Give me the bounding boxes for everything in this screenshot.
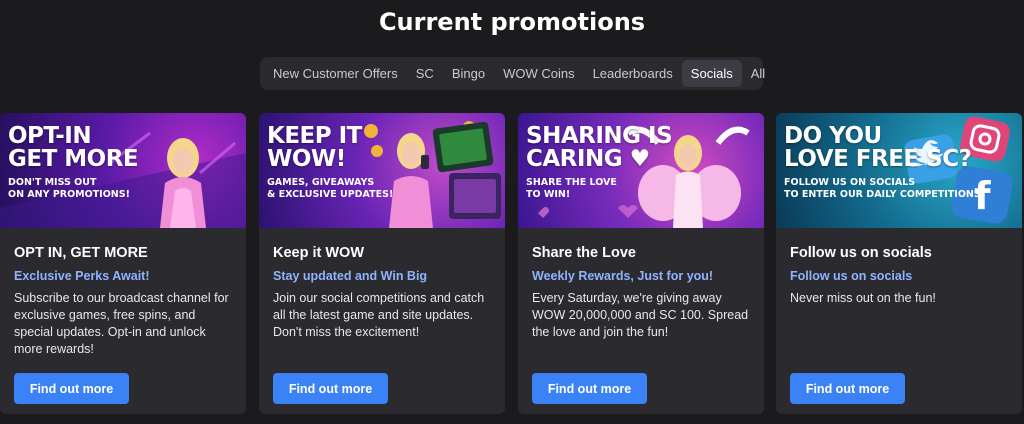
tab-socials[interactable]: Socials [681,60,742,87]
promo-card-opt-in: OPT-IN GET MORE DON'T MISS OUT ON ANY PR… [0,113,246,414]
page-title: Current promotions [378,8,646,36]
card-subtitle: Follow us on socials [790,269,913,283]
card-title: Share the Love [532,245,636,261]
card-title: Follow us on socials [790,245,932,261]
find-out-more-button[interactable]: Find out more [532,373,647,404]
banner-subtext: SHARE THE LOVE TO WIN! [526,177,617,200]
tab-bingo[interactable]: Bingo [443,60,494,87]
card-title: OPT IN, GET MORE [14,245,148,261]
card-description: Never miss out on the fun! [790,291,936,305]
banner-headline: DO YOU LOVE FREE SC? [784,123,972,172]
promo-card-follow-socials: f DO YOU LOVE FREE SC? FOLLOW US ON SOCI… [776,113,1022,414]
tab-wow-coins[interactable]: WOW Coins [494,60,584,87]
banner-headline: SHARING IS CARING ♥ [526,123,673,172]
banner-subtext: GAMES, GIVEAWAYS & EXCLUSIVE UPDATES! [267,177,394,200]
tab-all[interactable]: All [742,60,774,87]
card-subtitle: Weekly Rewards, Just for you! [532,269,714,283]
promo-card-keep-it-wow: KEEP IT WOW! GAMES, GIVEAWAYS & EXCLUSIV… [259,113,505,414]
find-out-more-button[interactable]: Find out more [790,373,905,404]
promo-banner[interactable]: SHARING IS CARING ♥ SHARE THE LOVE TO WI… [518,113,764,228]
card-title: Keep it WOW [273,245,365,261]
promo-banner[interactable]: KEEP IT WOW! GAMES, GIVEAWAYS & EXCLUSIV… [259,113,505,228]
card-description: Join our social competitions and catch a… [273,291,485,339]
card-description: Subscribe to our broadcast channel for e… [14,291,229,356]
banner-subtext: DON'T MISS OUT ON ANY PROMOTIONS! [8,177,130,200]
promo-banner[interactable]: OPT-IN GET MORE DON'T MISS OUT ON ANY PR… [0,113,246,228]
promotion-cards: OPT-IN GET MORE DON'T MISS OUT ON ANY PR… [0,113,1024,414]
find-out-more-button[interactable]: Find out more [14,373,129,404]
tab-leaderboards[interactable]: Leaderboards [584,60,682,87]
tab-sc[interactable]: SC [407,60,443,87]
promo-banner[interactable]: f DO YOU LOVE FREE SC? FOLLOW US ON SOCI… [776,113,1022,228]
card-subtitle: Stay updated and Win Big [273,269,428,283]
tab-new-customer-offers[interactable]: New Customer Offers [264,60,407,87]
card-description: Every Saturday, we're giving away WOW 20… [532,291,749,339]
promotion-tabs: New Customer Offers SC Bingo WOW Coins L… [260,57,765,90]
find-out-more-button[interactable]: Find out more [273,373,388,404]
banner-subtext: FOLLOW US ON SOCIALS TO ENTER OUR DAILY … [784,177,981,200]
card-subtitle: Exclusive Perks Await! [14,269,150,283]
banner-headline: KEEP IT WOW! [267,123,362,172]
promo-card-share-the-love: SHARING IS CARING ♥ SHARE THE LOVE TO WI… [518,113,764,414]
banner-headline: OPT-IN GET MORE [8,123,139,172]
